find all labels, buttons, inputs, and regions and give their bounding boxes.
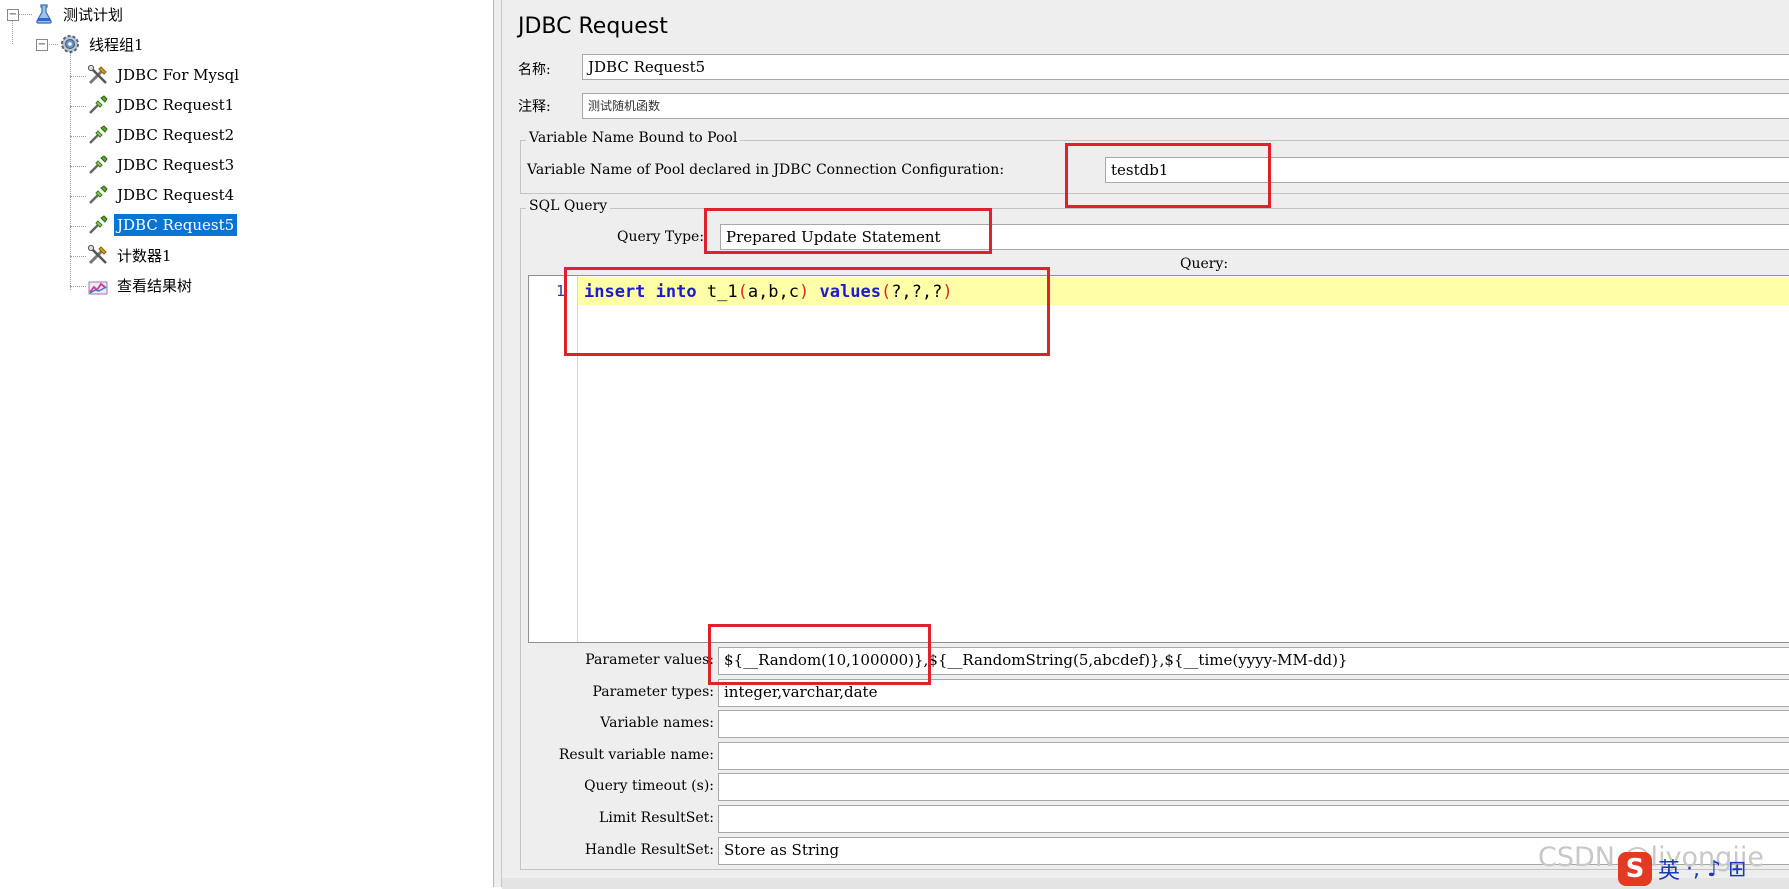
pool-label: Variable Name of Pool declared in JDBC C…: [527, 162, 1005, 178]
query-type-label: Query Type:: [617, 229, 705, 245]
tree-connector: [70, 166, 86, 167]
jdbc-request-panel: JDBC Request 名称: JDBC Request5 注释: 测试随机函…: [502, 0, 1789, 887]
tree-item-label: 测试计划: [63, 5, 124, 24]
name-field[interactable]: JDBC Request5: [582, 54, 1789, 80]
tree-connector: [70, 256, 86, 257]
code-token: a,b,c: [747, 282, 800, 302]
tree-item-jdbc-request5[interactable]: JDBC Request5: [86, 212, 238, 238]
sampler-pipette-icon: [86, 93, 110, 117]
ime-items[interactable]: ·, ♪ ⊞: [1686, 857, 1746, 882]
tree-item-label: JDBC Request5: [114, 214, 238, 236]
param-field[interactable]: [718, 773, 1789, 801]
sql-query-group-title: SQL Query: [526, 198, 611, 214]
param-field[interactable]: [718, 710, 1789, 738]
tree-connector: [18, 14, 32, 15]
query-code[interactable]: insert into t_1(a,b,c) values(?,?,?): [584, 282, 953, 302]
tree-item-jdbc-config[interactable]: JDBC For Mysql: [86, 62, 242, 88]
tree-item-results-tree[interactable]: 查看结果树: [86, 272, 195, 298]
sampler-pipette-icon: [86, 183, 110, 207]
tree-item-jdbc-request2[interactable]: JDBC Request2: [86, 122, 237, 148]
param-label: Handle ResultSet:: [584, 842, 714, 858]
bottom-strip: [502, 878, 1789, 889]
code-token: ?,?,?: [891, 282, 943, 302]
ime-toolbar[interactable]: S 英 ·, ♪ ⊞: [1618, 852, 1746, 886]
param-label: Result variable name:: [558, 747, 714, 763]
tree-connector: [70, 106, 86, 107]
name-label: 名称:: [518, 62, 551, 78]
tree-connector: [70, 52, 71, 290]
pool-group-title: Variable Name Bound to Pool: [526, 130, 741, 146]
ime-logo-icon[interactable]: S: [1618, 852, 1652, 886]
code-token: ): [799, 282, 810, 302]
param-label: Parameter types:: [592, 684, 714, 700]
tree-item-label: JDBC Request2: [117, 126, 235, 144]
chart-listener-icon: [86, 273, 110, 297]
line-number: 1: [555, 282, 565, 300]
param-label: Parameter values:: [585, 652, 714, 668]
collapse-toggle-icon[interactable]: −: [7, 9, 19, 21]
pool-name-field[interactable]: testdb1: [1105, 157, 1789, 183]
tree-connector: [70, 76, 86, 77]
tree-item-label: JDBC Request1: [117, 96, 235, 114]
editor-gutter: 1: [529, 276, 578, 642]
tree-item-label: JDBC Request4: [117, 186, 235, 204]
param-field[interactable]: [718, 742, 1789, 770]
query-type-select[interactable]: Prepared Update Statement: [720, 224, 1789, 250]
tree-item-jdbc-request1[interactable]: JDBC Request1: [86, 92, 237, 118]
param-label: Query timeout (s):: [584, 778, 714, 794]
code-token: (: [737, 282, 748, 302]
test-plan-tree[interactable]: − − 测试计划 线程组1 JDBC For Mysql JDBC Reques…: [0, 0, 494, 887]
tree-connector: [70, 196, 86, 197]
tree-item-counter[interactable]: 计数器1: [86, 242, 175, 268]
tree-item-thread-group[interactable]: 线程组1: [58, 31, 147, 57]
tree-item-label: JDBC For Mysql: [117, 66, 240, 84]
panel-splitter[interactable]: [494, 0, 502, 887]
param-field[interactable]: integer,varchar,date: [718, 679, 1789, 707]
sampler-pipette-icon: [86, 123, 110, 147]
query-header: Query:: [1180, 256, 1229, 272]
flask-icon: [32, 2, 56, 26]
code-token: into: [655, 282, 697, 302]
config-tools-icon: [86, 243, 110, 267]
param-label: Limit ResultSet:: [599, 810, 714, 826]
tree-item-label: JDBC Request3: [117, 156, 235, 174]
sampler-pipette-icon: [86, 213, 110, 237]
code-token: (: [880, 282, 892, 302]
tree-item-label: 线程组1: [89, 35, 144, 54]
param-field[interactable]: ${__Random(10,100000)},${__RandomString(…: [718, 647, 1789, 675]
tree-item-label: 查看结果树: [117, 276, 193, 295]
query-editor[interactable]: 1 insert into t_1(a,b,c) values(?,?,?): [528, 275, 1789, 643]
param-label: Variable names:: [600, 715, 714, 731]
tree-connector: [12, 20, 13, 44]
tree-connector: [70, 226, 86, 227]
code-token: ): [942, 282, 953, 302]
param-field[interactable]: [718, 805, 1789, 833]
comment-label: 注释:: [518, 99, 551, 115]
tree-item-label: 计数器1: [117, 246, 172, 265]
page-title: JDBC Request: [518, 14, 668, 39]
tree-item-jdbc-request4[interactable]: JDBC Request4: [86, 182, 237, 208]
tree-item-test-plan[interactable]: 测试计划: [32, 1, 126, 27]
tree-connector: [70, 136, 86, 137]
code-token: t_1: [696, 282, 738, 302]
tree-item-jdbc-request3[interactable]: JDBC Request3: [86, 152, 237, 178]
gear-icon: [58, 32, 82, 56]
ime-language[interactable]: 英: [1658, 853, 1680, 885]
config-tools-icon: [86, 63, 110, 87]
code-token: insert: [584, 282, 646, 302]
code-token: values: [819, 282, 881, 302]
sampler-pipette-icon: [86, 153, 110, 177]
tree-connector: [70, 286, 86, 287]
comment-field[interactable]: 测试随机函数: [582, 93, 1789, 119]
collapse-toggle-icon[interactable]: −: [36, 39, 48, 51]
